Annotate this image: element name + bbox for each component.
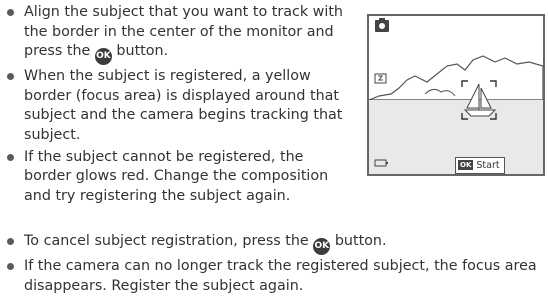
instruction-text: When the subject is registered, a yellow… (24, 68, 343, 143)
start-tracking-button: OK Start (455, 157, 505, 174)
instruction-item-cancel: To cancel subject registration, press th… (4, 232, 544, 255)
instruction-text: To cancel subject registration, press th… (24, 233, 314, 249)
bullet-icon (7, 153, 14, 161)
instruction-text: If the subject cannot be registered, the… (24, 148, 329, 204)
instruction-list: Align the subject that you want to track… (4, 3, 350, 208)
bullet-icon (7, 9, 14, 16)
start-label: Start (476, 160, 500, 171)
instruction-text-end: button. (330, 233, 387, 249)
camera-scene (369, 16, 543, 174)
instruction-text: Align the subject that you want to track… (24, 4, 343, 60)
ok-button-icon: OK (94, 48, 112, 66)
ok-button-icon: OK (313, 238, 331, 255)
camera-mode-icon (375, 18, 389, 32)
instruction-item-lost: If the camera can no longer track the re… (4, 257, 544, 296)
instruction-item-align: Align the subject that you want to track… (4, 3, 350, 66)
bullet-icon (7, 73, 14, 81)
bullet-icon (7, 238, 14, 245)
instruction-item-not-registered: If the subject cannot be registered, the… (4, 148, 350, 207)
bullet-icon (7, 263, 14, 270)
ok-button-icon: OK (458, 160, 474, 170)
instruction-list-continued: To cancel subject registration, press th… (4, 232, 544, 298)
instruction-text: If the camera can no longer track the re… (24, 258, 537, 294)
instruction-text-end: button. (111, 43, 169, 60)
camera-monitor-illustration: OK Start (367, 14, 545, 176)
instruction-item-registered: When the subject is registered, a yellow… (4, 67, 350, 145)
